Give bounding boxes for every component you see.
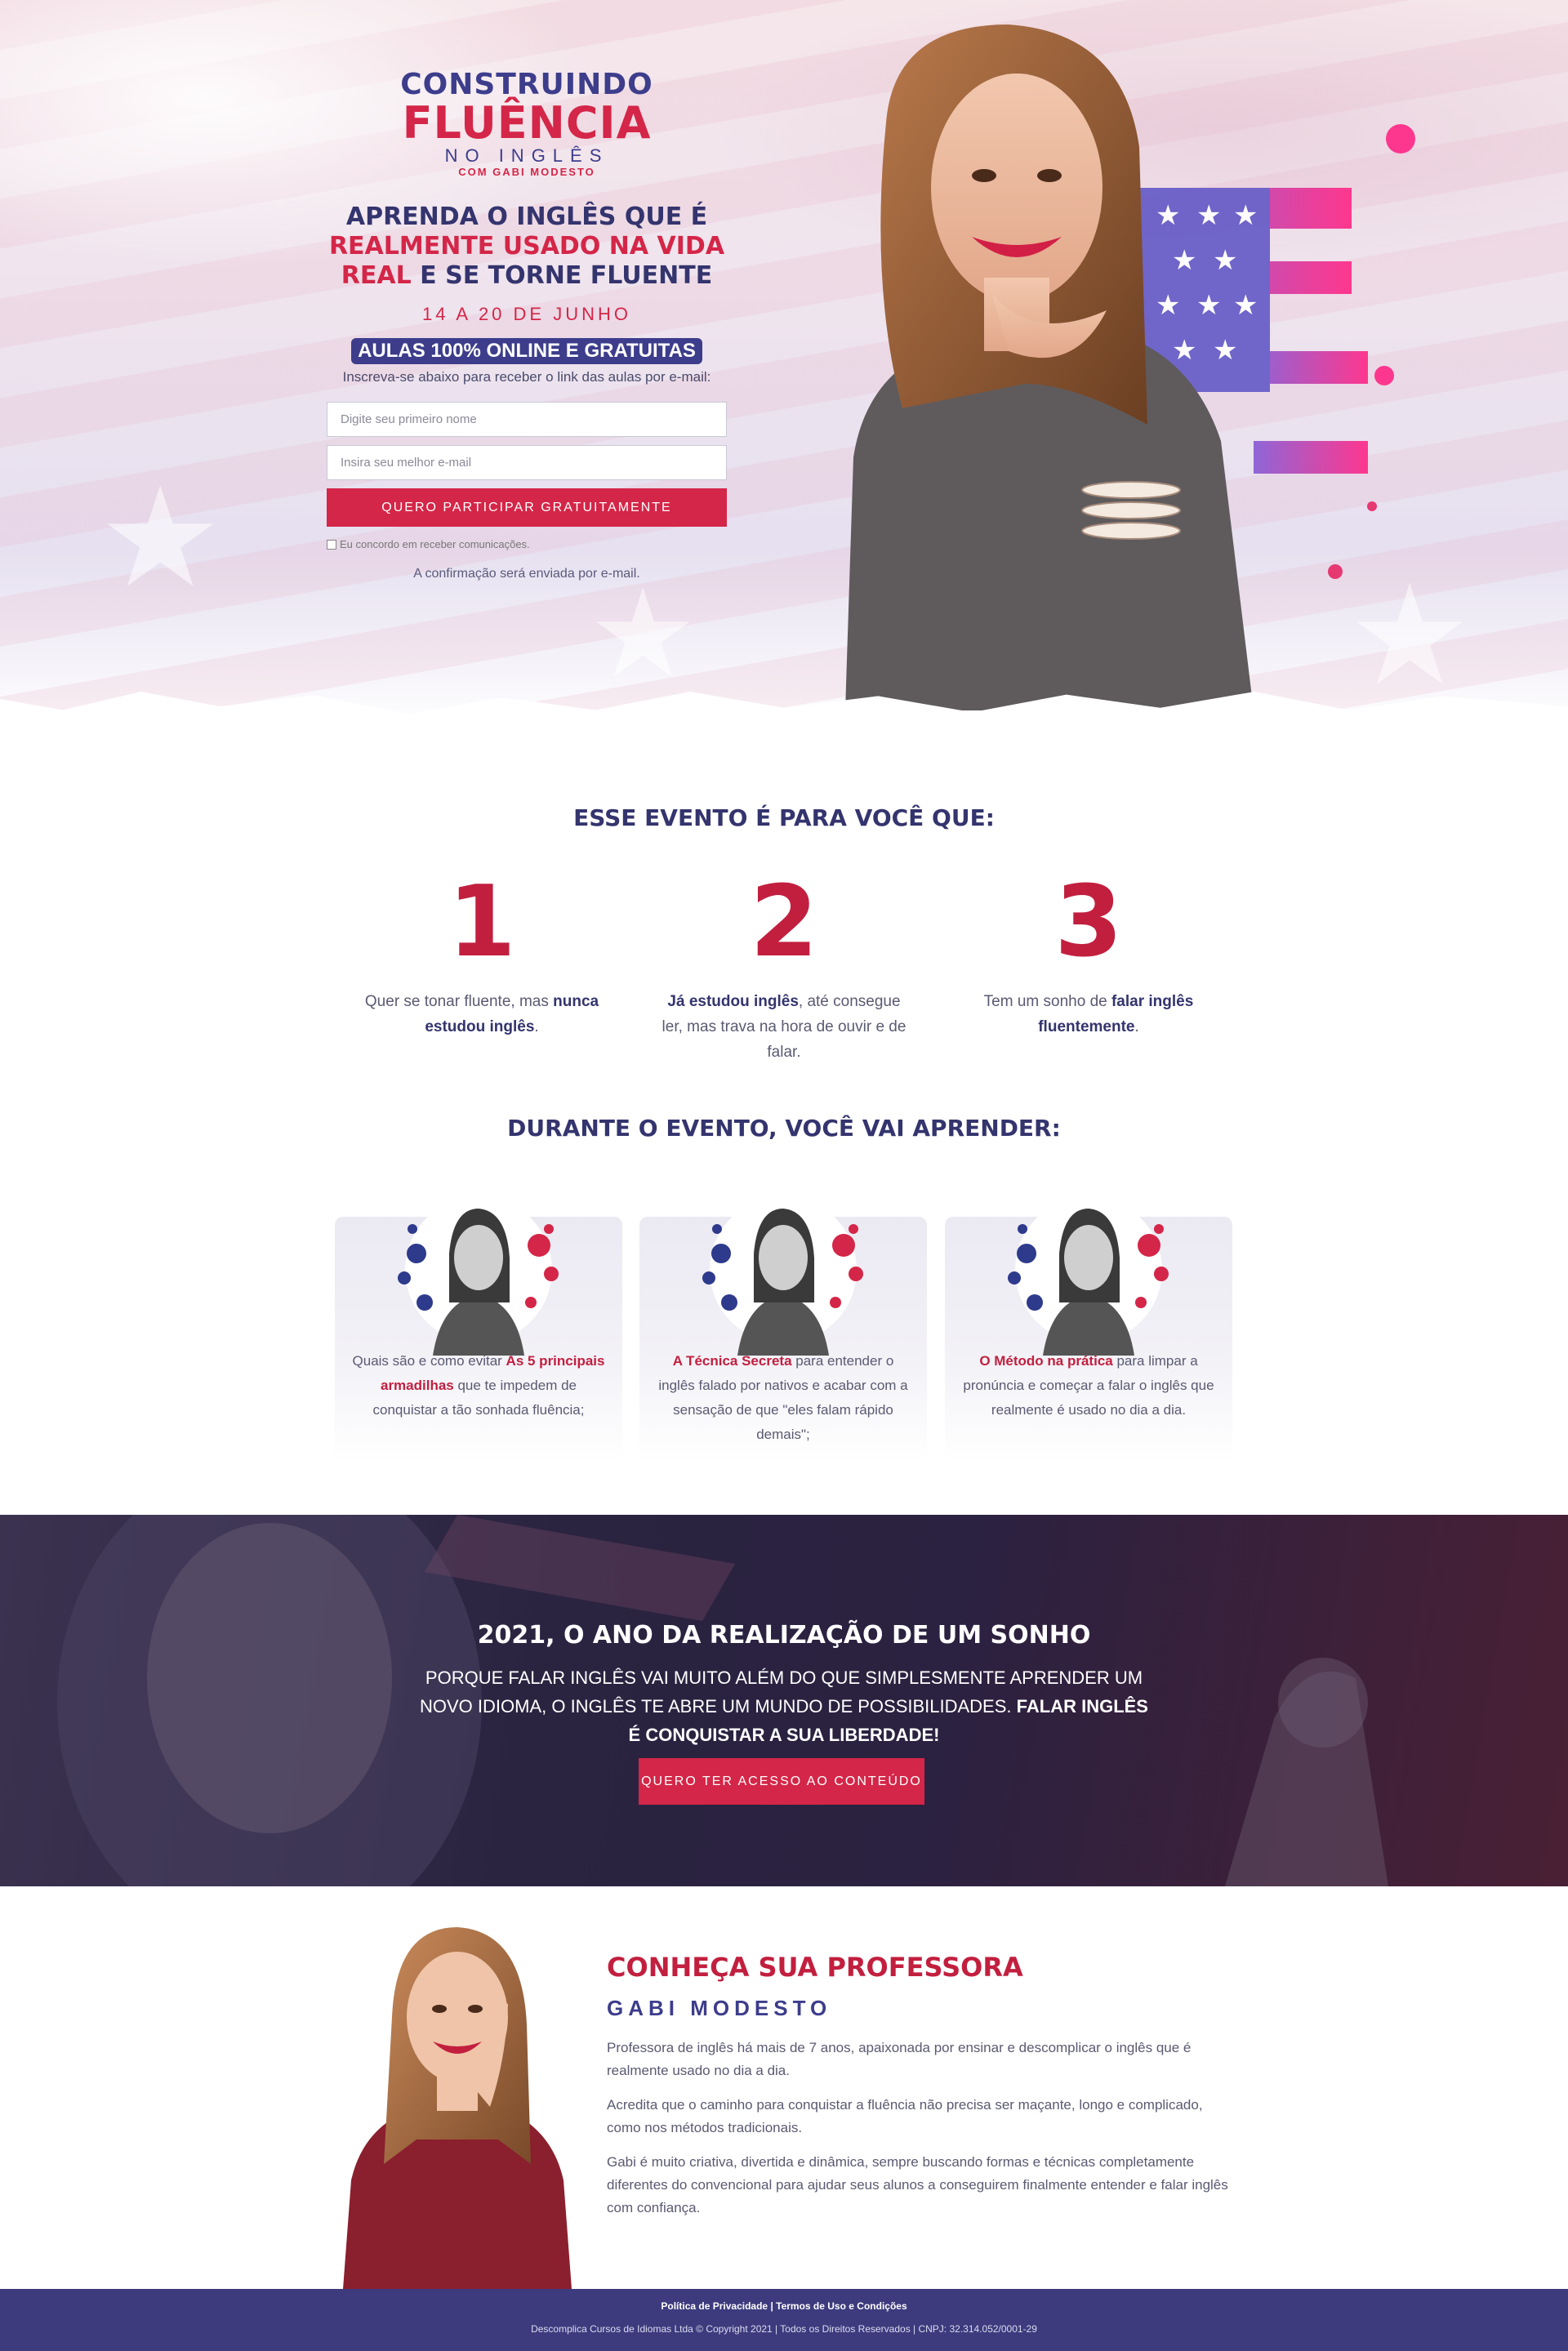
card-text: Quais são e como evitar As 5 principais … xyxy=(351,1349,606,1423)
audience-item: 1 Quer se tonar fluente, mas nunca estud… xyxy=(359,870,604,1040)
card-text-part: Quais são e como evitar xyxy=(352,1353,506,1369)
hero-headline: APRENDA O INGLÊS QUE É REALMENTE USADO N… xyxy=(323,203,731,291)
item-number: 3 xyxy=(1054,866,1123,979)
item-text-part: Tem um sonho de xyxy=(983,993,1111,1010)
card-text: A Técnica Secreta para entender o inglês… xyxy=(656,1349,911,1447)
svg-text:★: ★ xyxy=(1196,289,1221,322)
consent-label: Eu concordo em receber comunicações. xyxy=(340,538,530,550)
star-decoration: ★ xyxy=(98,457,223,619)
subscribe-instructions: Inscreva-se abaixo para receber o link d… xyxy=(342,369,711,385)
footer-copyright: Descomplica Cursos de Idiomas Ltda © Cop… xyxy=(531,2323,1037,2335)
card-text: O Método na prática para limpar a pronún… xyxy=(961,1349,1216,1423)
item-number: 1 xyxy=(448,866,516,979)
item-number: 2 xyxy=(750,866,818,979)
hero-photo: ★ ★ ★ ★ ★ ★ ★ ★ ★ ★ xyxy=(845,24,1415,710)
learn-section-title: DURANTE O EVENTO, VOCÊ VAI APRENDER: xyxy=(507,1115,1061,1142)
audience-item: 3 Tem um sonho de falar inglês fluenteme… xyxy=(966,870,1211,1040)
card-highlight: A Técnica Secreta xyxy=(672,1353,792,1369)
svg-text:★: ★ xyxy=(1233,199,1258,232)
item-text-part: Quer se tonar fluente, mas xyxy=(364,993,554,1010)
privacy-link[interactable]: Política de Privacidade xyxy=(661,2300,768,2312)
logo-line-1: CONSTRUINDO xyxy=(400,68,653,101)
item-text-part: . xyxy=(1134,1018,1139,1035)
confirmation-note: A confirmação será enviada por e-mail. xyxy=(413,567,640,581)
teacher-portrait xyxy=(702,1196,863,1356)
professor-bio: Professora de inglês há mais de 7 anos, … xyxy=(607,2040,1192,2078)
logo-line-2: FLUÊNCIA xyxy=(402,97,652,149)
headline-highlight: REALMENTE USADO NA VIDA xyxy=(328,232,725,260)
consent-row: Eu concordo em receber comunicações. xyxy=(327,538,727,550)
item-text: Tem um sonho de falar inglês fluentement… xyxy=(966,989,1211,1040)
headline-text: APRENDA O INGLÊS QUE É xyxy=(345,203,708,231)
svg-text:★: ★ xyxy=(1156,289,1180,322)
svg-text:★: ★ xyxy=(1156,199,1180,232)
teacher-portrait xyxy=(398,1196,559,1356)
professor-name: GABI MODESTO xyxy=(607,1996,832,2020)
svg-text:★: ★ xyxy=(1213,334,1237,367)
first-name-input[interactable] xyxy=(327,402,727,437)
item-text-bold: Já estudou inglês xyxy=(667,993,799,1010)
hero-content: CONSTRUINDO FLUÊNCIA NO INGLÊS COM GABI … xyxy=(323,69,731,581)
signup-form: QUERO PARTICIPAR GRATUITAMENTE Eu concor… xyxy=(327,402,727,581)
card-highlight: O Método na prática xyxy=(979,1353,1113,1369)
banner-text: PORQUE FALAR INGLÊS VAI MUITO ALÉM DO QU… xyxy=(416,1663,1152,1749)
terms-link[interactable]: Termos de Uso e Condições xyxy=(776,2300,906,2312)
svg-text:★: ★ xyxy=(1172,244,1196,277)
svg-text:★: ★ xyxy=(1213,244,1237,277)
star-decoration: ★ xyxy=(588,563,698,706)
access-content-button[interactable]: QUERO TER ACESSO AO CONTEÚDO xyxy=(639,1758,924,1805)
professor-photo xyxy=(343,1927,572,2289)
svg-text:★: ★ xyxy=(1172,334,1196,367)
brand-logo: CONSTRUINDO FLUÊNCIA NO INGLÊS COM GABI … xyxy=(400,69,653,179)
item-text: Já estudou inglês, até consegue ler, mas… xyxy=(662,989,906,1065)
learn-card: O Método na prática para limpar a pronún… xyxy=(945,1196,1232,1462)
headline-highlight: REAL xyxy=(341,261,412,290)
learn-card: A Técnica Secreta para entender o inglês… xyxy=(639,1196,927,1462)
hero-section: ★ ★ ★ ★ ★ ★ ★ ★ ★ ★ ★ ★ ★ CONSTRUINDO FL… xyxy=(0,0,1568,735)
footer-separator: | xyxy=(768,2300,777,2312)
item-text: Quer se tonar fluente, mas nunca estudou… xyxy=(359,989,604,1040)
footer: Política de Privacidade | Termos de Uso … xyxy=(0,2289,1568,2351)
event-dates: 14 A 20 DE JUNHO xyxy=(422,304,631,324)
logo-line-3: NO INGLÊS xyxy=(444,145,609,166)
online-badge: AULAS 100% ONLINE E GRATUITAS xyxy=(351,338,702,364)
logo-line-4: COM GABI MODESTO xyxy=(458,166,595,178)
participate-button[interactable]: QUERO PARTICIPAR GRATUITAMENTE xyxy=(327,488,727,527)
svg-text:★: ★ xyxy=(1233,289,1258,322)
headline-text: E SE TORNE FLUENTE xyxy=(411,261,713,290)
teacher-portrait xyxy=(1008,1196,1169,1356)
consent-checkbox[interactable] xyxy=(327,539,336,550)
footer-links: Política de Privacidade | Termos de Uso … xyxy=(0,2300,1568,2312)
item-text-part: . xyxy=(534,1018,539,1035)
svg-text:★: ★ xyxy=(1196,199,1221,232)
banner-title: 2021, O ANO DA REALIZAÇÃO DE UM SONHO xyxy=(477,1621,1091,1650)
email-input[interactable] xyxy=(327,445,727,480)
professor-bio: Gabi é muito criativa, divertida e dinâm… xyxy=(607,2154,1228,2215)
professor-section-title: CONHEÇA SUA PROFESSORA xyxy=(607,1952,1023,1983)
professor-bio: Acredita que o caminho para conquistar a… xyxy=(607,2097,1203,2135)
learn-card: Quais são e como evitar As 5 principais … xyxy=(335,1196,622,1462)
dream-banner: 2021, O ANO DA REALIZAÇÃO DE UM SONHO PO… xyxy=(0,1515,1568,1886)
event-section-title: ESSE EVENTO É PARA VOCÊ QUE: xyxy=(573,804,995,831)
audience-item: 2 Já estudou inglês, até consegue ler, m… xyxy=(662,870,906,1065)
